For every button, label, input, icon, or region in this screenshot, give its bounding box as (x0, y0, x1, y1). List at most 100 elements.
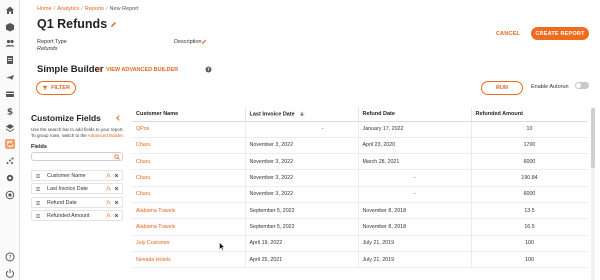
breadcrumb-separator: / (106, 6, 108, 12)
cell-refunded-amount: 16.5 (471, 218, 588, 236)
builder-title: Simple Builder (37, 64, 104, 75)
cell-customer-name[interactable]: Alabama Travels (132, 218, 246, 236)
report-type-value: Refunds (37, 46, 58, 52)
fx-icon[interactable]: fx (106, 213, 111, 219)
cell-refund-date: July 21, 2019 (358, 251, 472, 269)
page-title: Q1 Refunds (37, 17, 108, 31)
column-header-label: Refund Date (362, 111, 395, 118)
field-item-last-invoice-date[interactable]: Last Invoice Date fx (31, 183, 123, 194)
cell-last-invoice-date: November 3, 2022 (245, 153, 359, 171)
edit-title-pencil-icon[interactable] (110, 21, 117, 28)
column-header-refund-date[interactable]: Refund Date (358, 108, 472, 122)
cell-refund-date: November 8, 2018 (358, 202, 472, 220)
table-scrollbar[interactable] (591, 108, 595, 280)
breadcrumb-separator: / (81, 6, 83, 12)
layers-icon[interactable] (5, 123, 15, 133)
cell-last-invoice-date: November 3, 2022 (245, 186, 359, 203)
cell-customer-name[interactable]: Charu (132, 153, 246, 171)
fx-icon[interactable]: fx (106, 200, 111, 206)
description-label: Description (174, 39, 202, 45)
cell-customer-name[interactable]: Nevada Hotels (132, 251, 246, 269)
table-row: Charu November 3, 2022-190.84 (132, 169, 588, 187)
advanced-builder-link[interactable]: VIEW ADVANCED BUILDER (96, 66, 178, 73)
globe-icon[interactable] (5, 190, 15, 200)
field-item-refund-date[interactable]: Refund Date fx (31, 197, 123, 208)
column-header-customer-name[interactable]: Customer Name (132, 108, 246, 122)
svg-text:?: ? (207, 67, 210, 73)
document-icon[interactable] (5, 55, 15, 65)
field-name: Customer Name (47, 172, 86, 179)
remove-field-icon[interactable] (114, 213, 119, 218)
edit-description-pencil-icon[interactable] (201, 39, 207, 45)
scatter-icon[interactable] (5, 156, 15, 166)
cell-refund-date: January 17, 2022 (358, 121, 472, 138)
autorun-toggle[interactable] (575, 82, 589, 89)
cell-customer-name[interactable]: Charu (132, 186, 246, 203)
breadcrumb-reports[interactable]: Reports (85, 6, 104, 12)
card-icon[interactable] (5, 89, 15, 99)
cell-customer-name[interactable]: Charu (132, 137, 246, 155)
create-report-button[interactable]: CREATE REPORT (531, 27, 589, 40)
cell-customer-name[interactable]: Alabama Travels (132, 202, 246, 220)
advanced-builder-help-link[interactable]: Advanced Builder. (88, 133, 124, 138)
chevron-left-icon[interactable] (115, 115, 121, 121)
cell-refunded-amount: 6000 (471, 186, 588, 203)
fx-icon[interactable]: fx (106, 173, 111, 179)
fields-label: Fields (31, 144, 47, 150)
field-search-input[interactable] (31, 152, 123, 161)
sort-descending-icon[interactable] (299, 111, 305, 117)
fx-icon[interactable]: fx (106, 186, 111, 192)
drag-handle-icon[interactable] (35, 186, 41, 192)
cell-last-invoice-date: September 5, 2022 (245, 202, 359, 220)
cell-refund-date: April 23, 2020 (358, 137, 472, 155)
cancel-button[interactable]: CANCEL (492, 28, 524, 39)
svg-text:?: ? (8, 254, 11, 261)
breadcrumb-home[interactable]: Home (37, 6, 52, 12)
field-name: Refund Date (47, 199, 77, 206)
cell-refund-date: - (358, 169, 472, 187)
column-header-refunded-amount[interactable]: Refunded Amount (471, 108, 588, 122)
dollar-icon[interactable]: $ (5, 106, 15, 117)
field-item-customer-name[interactable]: Customer Name fx (31, 170, 123, 181)
filter-icon (42, 85, 48, 91)
filter-button[interactable]: FILTER (36, 81, 76, 95)
home-icon[interactable] (5, 5, 15, 15)
scrollbar-thumb[interactable] (591, 108, 595, 168)
cell-refunded-amount: 100 (471, 235, 588, 252)
column-header-label: Customer Name (136, 111, 179, 118)
drag-handle-icon[interactable] (35, 173, 41, 179)
chart-icon[interactable] (5, 139, 15, 149)
remove-field-icon[interactable] (114, 200, 119, 205)
power-icon[interactable] (5, 268, 15, 278)
title-row: Q1 Refunds (37, 17, 117, 31)
column-header-last-invoice-date[interactable]: Last Invoice Date (245, 108, 359, 122)
table-row: Charu November 3, 2022-6000 (132, 186, 588, 203)
drag-handle-icon[interactable] (35, 213, 41, 219)
drag-handle-icon[interactable] (35, 200, 41, 206)
table-row: July Customer April 19, 2022 July 21, 2019… (132, 235, 588, 252)
cell-customer-name[interactable]: July Customer (132, 235, 246, 252)
table-row: QPos - January 17, 2022 10 (132, 121, 588, 138)
help-icon[interactable]: ? (5, 252, 15, 262)
filter-label: FILTER (51, 85, 70, 91)
cell-customer-name[interactable]: Charu (132, 169, 246, 187)
search-icon[interactable] (114, 154, 120, 160)
cell-customer-name[interactable]: QPos (132, 121, 246, 138)
breadcrumb-analytics[interactable]: Analytics (57, 6, 79, 12)
plane-icon[interactable] (5, 72, 15, 82)
field-item-refunded-amount[interactable]: Refunded Amount fx (31, 210, 123, 221)
builder-help-icon[interactable]: ? (205, 66, 212, 73)
remove-field-icon[interactable] (114, 173, 119, 178)
remove-field-icon[interactable] (114, 186, 119, 191)
cell-last-invoice-date: September 5, 2022 (245, 218, 359, 236)
users-icon[interactable] (5, 38, 15, 48)
panel-help-text: Use the search bar to add fields to your… (31, 127, 125, 138)
box-icon[interactable] (5, 22, 15, 32)
table-row: Nevada Hotels April 25, 2021 July 21, 2019… (132, 251, 588, 269)
sidebar-rail: $ ? (0, 0, 20, 280)
table-row: Alabama Travels September 5, 2022 November… (132, 218, 588, 236)
run-button[interactable]: RUN (481, 81, 523, 95)
settings-icon[interactable] (5, 173, 15, 183)
table-row: Alabama Travels September 5, 2022 November… (132, 202, 588, 220)
cell-refunded-amount: 10 (471, 121, 588, 138)
